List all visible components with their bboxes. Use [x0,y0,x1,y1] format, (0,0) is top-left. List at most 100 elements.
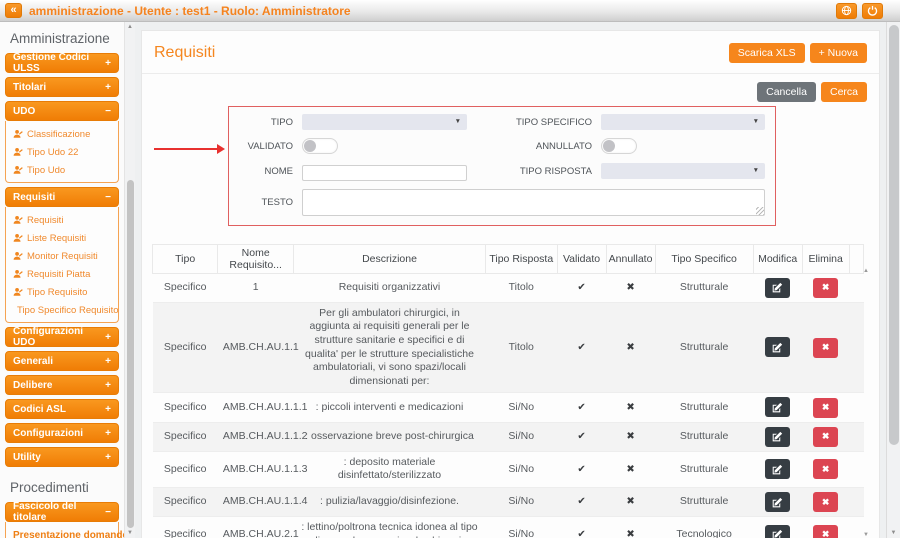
sidebar-group-configurazioni-udo[interactable]: Configurazioni UDO+ [5,327,119,347]
edit-button[interactable] [765,459,790,479]
nuovo-button[interactable]: + Nuova [810,43,867,63]
cell-elimina: ✖ [802,302,849,393]
sidebar-item-tipo-udo-22[interactable]: Tipo Udo 22 [13,143,116,161]
cancella-button[interactable]: Cancella [757,82,816,102]
tipo-select[interactable]: ▼ [302,114,467,130]
cell-tipo-risposta: Titolo [486,302,558,393]
sidebar-item-label: Requisiti Piatta [27,269,90,280]
sidebar-submenu: ClassificazioneTipo Udo 22 Tipo Udo [5,121,119,183]
table-scroll-up-icon[interactable]: ▲ [863,268,869,274]
edit-button[interactable] [765,397,790,417]
sidebar-group-label: Gestione Codici ULSS [13,52,105,74]
sidebar-scroll-up-icon[interactable]: ▲ [125,24,135,30]
cell-tipo: Specifico [153,451,218,487]
validato-toggle[interactable] [302,138,338,154]
sidebar-item-label: Requisiti [27,215,63,226]
cell-annullato: ✖ [606,422,655,451]
column-header-empty [849,244,863,273]
edit-button[interactable] [765,525,790,538]
sidebar-item-tipo-requisito[interactable]: Tipo Requisito [13,283,116,301]
sidebar-group-codici-asl[interactable]: Codici ASL+ [5,399,119,419]
page-scrollbar[interactable]: ▼ [886,22,900,538]
cell-annullato: ✖ [606,302,655,393]
collapse-minus-icon: − [105,106,111,117]
sidebar-item-label: Tipo Udo [27,165,65,176]
testo-textarea[interactable] [302,189,765,216]
sidebar-collapse-button[interactable]: « [5,3,22,18]
delete-button[interactable]: ✖ [813,459,838,479]
search-actions: Cancella Cerca [142,74,879,104]
cell-annullato: ✖ [606,273,655,302]
sidebar-item-presentazione-domande[interactable]: Presentazione domande [13,526,116,538]
sidebar-group-label: Configurazioni UDO [13,326,105,348]
edit-button[interactable] [765,492,790,512]
delete-button[interactable]: ✖ [813,278,838,298]
delete-button[interactable]: ✖ [813,398,838,418]
expand-plus-icon: + [105,404,111,415]
sidebar-item-monitor-requisiti[interactable]: Monitor Requisiti [13,247,116,265]
page-scroll-down-icon[interactable]: ▼ [887,530,900,536]
pencil-square-icon [772,282,783,293]
column-header-annullato: Annullato [606,244,655,273]
sidebar-group-label: Generali [13,356,53,367]
logout-power-button[interactable] [862,3,883,19]
cell-tipo-risposta: Si/No [486,517,558,538]
edit-button[interactable] [765,427,790,447]
cell-nome-requisito: 1 [218,273,294,302]
sidebar-group-requisiti[interactable]: Requisiti− [5,187,119,207]
sidebar-group-gestione-codici-ulss[interactable]: Gestione Codici ULSS+ [5,53,119,73]
cell-descrizione: : osservazione breve post-chirurgica [293,422,485,451]
table-scroll-down-icon[interactable]: ▼ [863,532,869,538]
table-row: SpecificoAMB.CH.AU.1.1.4: pulizia/lavagg… [153,488,864,517]
delete-button[interactable]: ✖ [813,492,838,512]
scarica-xls-button[interactable]: Scarica XLS [729,43,805,63]
sidebar-item-tipo-specifico-requisito[interactable]: Tipo Specifico Requisito [13,301,116,319]
cell-nome-requisito: AMB.CH.AU.1.1.4 [218,488,294,517]
cell-modifica [753,302,802,393]
nuovo-button-label: Nuova [828,47,858,59]
sidebar-group-generali[interactable]: Generali+ [5,351,119,371]
cell-tipo-specifico: Strutturale [655,302,753,393]
sidebar-scroll-down-icon[interactable]: ▼ [125,530,135,536]
sidebar-group-titolari[interactable]: Titolari+ [5,77,119,97]
cross-icon: ✖ [626,402,634,413]
tipo-specifico-select[interactable]: ▼ [601,114,765,130]
expand-plus-icon: + [105,332,111,343]
cell-tipo-specifico: Strutturale [655,393,753,422]
sidebar-item-requisiti-piatta[interactable]: Requisiti Piatta [13,265,116,283]
sidebar-group-utility[interactable]: Utility+ [5,447,119,467]
sidebar-item-classificazione[interactable]: Classificazione [13,125,116,143]
cerca-button[interactable]: Cerca [821,82,867,102]
tipo-risposta-select[interactable]: ▼ [601,163,765,179]
sidebar-scrollbar-thumb[interactable] [127,180,134,528]
sidebar-group-delibere[interactable]: Delibere+ [5,375,119,395]
column-header-nome-requisito-: Nome Requisito... [218,244,294,273]
page-scrollbar-thumb[interactable] [889,25,899,445]
cell-descrizione: Per gli ambulatori chirurgici, in aggiun… [293,302,485,393]
edit-button[interactable] [765,278,790,298]
annullato-toggle[interactable] [601,138,637,154]
delete-button[interactable]: ✖ [813,427,838,447]
sidebar-item-liste-requisiti[interactable]: Liste Requisiti [13,229,116,247]
sidebar-item-label: Presentazione domande [13,530,124,538]
sidebar-group-configurazioni[interactable]: Configurazioni+ [5,423,119,443]
cell-validato: ✔ [557,273,606,302]
check-icon: ✔ [577,431,585,442]
sidebar-item-tipo-udo[interactable]: Tipo Udo [13,161,116,179]
resize-grip-icon[interactable] [756,207,764,215]
delete-button[interactable]: ✖ [813,525,838,538]
cell-validato: ✔ [557,451,606,487]
nome-input[interactable] [302,165,467,181]
edit-button[interactable] [765,337,790,357]
sidebar-scrollbar[interactable]: ▲ ▼ [124,22,135,538]
sidebar-group-udo[interactable]: UDO − [5,101,119,121]
delete-button[interactable]: ✖ [813,338,838,358]
x-icon: ✖ [822,431,830,442]
sidebar-group-fascicolo-del-titolare[interactable]: Fascicolo del titolare− [5,502,119,522]
table-row: Specifico1Requisiti organizzativiTitolo✔… [153,273,864,302]
nome-label: NOME [235,166,293,177]
titlebar: « amministrazione - Utente : test1 - Ruo… [0,0,900,22]
sidebar-item-requisiti[interactable]: Requisiti [13,211,116,229]
language-globe-button[interactable] [836,3,857,19]
sidebar-group-label: UDO [13,106,35,117]
